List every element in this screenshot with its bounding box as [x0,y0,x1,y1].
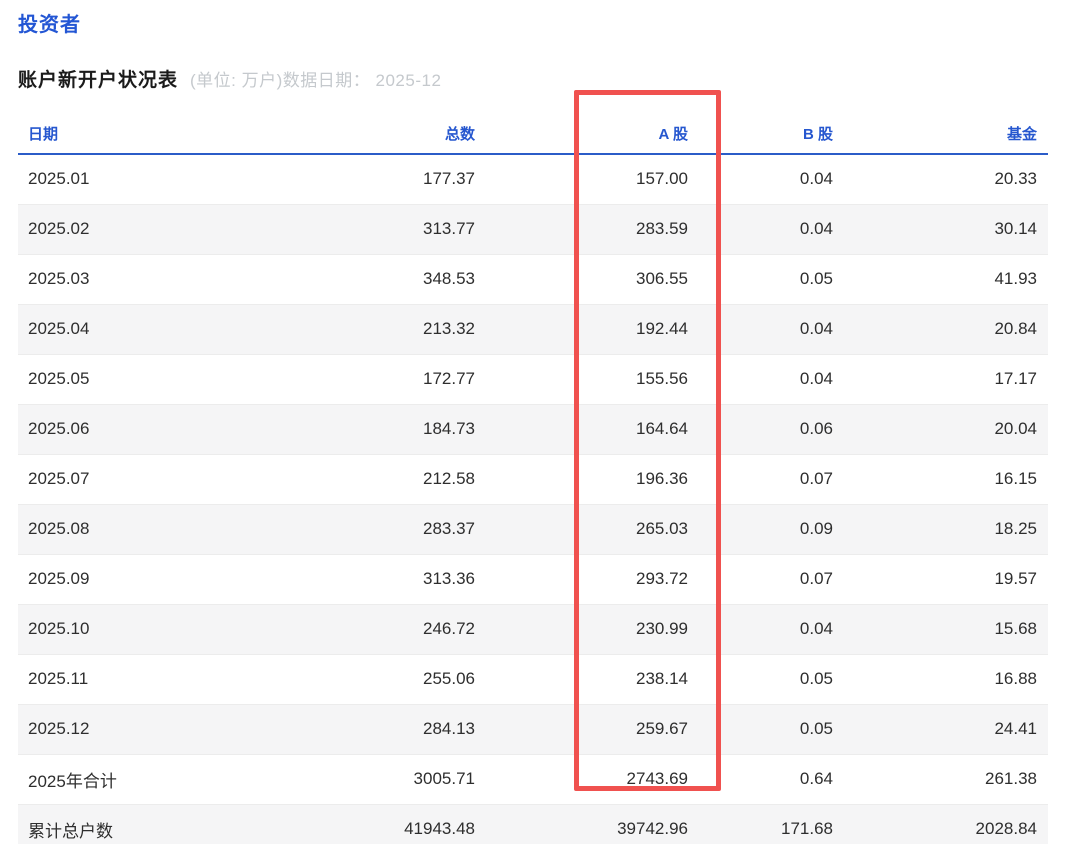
value-cell: 20.04 [844,404,1048,454]
value-cell: 20.84 [844,304,1048,354]
date-cell: 2025年合计 [18,754,286,804]
table-title: 账户新开户状况表 [18,65,178,92]
value-cell: 0.04 [699,204,844,254]
value-cell: 39742.96 [486,804,699,844]
value-cell: 0.06 [699,404,844,454]
date-cell: 2025.05 [18,354,286,404]
investor-page: 投资者 账户新开户状况表 (单位: 万户)数据日期： 2025-12 日期总数A… [0,8,1080,844]
table-subtitle: (单位: 万户)数据日期： 2025-12 [190,66,441,91]
table-row: 2025.08283.37265.030.0918.25 [18,504,1048,554]
value-cell: 213.32 [286,304,486,354]
value-cell: 255.06 [286,654,486,704]
value-cell: 184.73 [286,404,486,454]
value-cell: 0.04 [699,354,844,404]
date-cell: 2025.09 [18,554,286,604]
value-cell: 238.14 [486,654,699,704]
value-cell: 16.15 [844,454,1048,504]
date-cell: 2025.02 [18,204,286,254]
value-cell: 41943.48 [286,804,486,844]
value-cell: 196.36 [486,454,699,504]
value-cell: 0.05 [699,254,844,304]
value-cell: 212.58 [286,454,486,504]
date-cell: 2025.07 [18,454,286,504]
value-cell: 192.44 [486,304,699,354]
column-header: A 股 [486,114,699,154]
table-row: 2025.06184.73164.640.0620.04 [18,404,1048,454]
value-cell: 164.64 [486,404,699,454]
value-cell: 18.25 [844,504,1048,554]
value-cell: 0.04 [699,604,844,654]
value-cell: 41.93 [844,254,1048,304]
value-cell: 177.37 [286,154,486,204]
value-cell: 2028.84 [844,804,1048,844]
column-header: 基金 [844,114,1048,154]
table-body: 2025.01177.37157.000.0420.332025.02313.7… [18,154,1048,844]
value-cell: 313.77 [286,204,486,254]
table-row: 2025.02313.77283.590.0430.14 [18,204,1048,254]
table-row: 2025.11255.06238.140.0516.88 [18,654,1048,704]
column-header: 总数 [286,114,486,154]
date-cell: 2025.04 [18,304,286,354]
value-cell: 283.37 [286,504,486,554]
value-cell: 293.72 [486,554,699,604]
table-row: 2025.07212.58196.360.0716.15 [18,454,1048,504]
value-cell: 15.68 [844,604,1048,654]
table-row: 2025.01177.37157.000.0420.33 [18,154,1048,204]
date-cell: 2025.03 [18,254,286,304]
value-cell: 0.04 [699,304,844,354]
value-cell: 0.64 [699,754,844,804]
value-cell: 16.88 [844,654,1048,704]
date-cell: 2025.06 [18,404,286,454]
value-cell: 0.07 [699,454,844,504]
date-cell: 2025.11 [18,654,286,704]
value-cell: 348.53 [286,254,486,304]
section-title: 投资者 [18,8,1080,37]
value-cell: 265.03 [486,504,699,554]
value-cell: 3005.71 [286,754,486,804]
value-cell: 0.07 [699,554,844,604]
value-cell: 0.05 [699,654,844,704]
table-header: 日期总数A 股B 股基金 [18,114,1048,154]
value-cell: 155.56 [486,354,699,404]
table-row: 2025.12284.13259.670.0524.41 [18,704,1048,754]
value-cell: 157.00 [486,154,699,204]
value-cell: 246.72 [286,604,486,654]
value-cell: 2743.69 [486,754,699,804]
account-openings-table: 日期总数A 股B 股基金 2025.01177.37157.000.0420.3… [18,114,1048,844]
value-cell: 259.67 [486,704,699,754]
column-header: B 股 [699,114,844,154]
value-cell: 0.09 [699,504,844,554]
table-row: 2025.03348.53306.550.0541.93 [18,254,1048,304]
table-row: 2025.09313.36293.720.0719.57 [18,554,1048,604]
date-cell: 2025.08 [18,504,286,554]
table-title-row: 账户新开户状况表 (单位: 万户)数据日期： 2025-12 [18,65,1080,92]
value-cell: 20.33 [844,154,1048,204]
value-cell: 306.55 [486,254,699,304]
date-cell: 2025.10 [18,604,286,654]
date-cell: 2025.12 [18,704,286,754]
value-cell: 17.17 [844,354,1048,404]
date-cell: 累计总户数 [18,804,286,844]
value-cell: 19.57 [844,554,1048,604]
table-header-row: 日期总数A 股B 股基金 [18,114,1048,154]
table-row: 2025.04213.32192.440.0420.84 [18,304,1048,354]
table-row: 2025.10246.72230.990.0415.68 [18,604,1048,654]
value-cell: 0.04 [699,154,844,204]
date-cell: 2025.01 [18,154,286,204]
value-cell: 172.77 [286,354,486,404]
value-cell: 24.41 [844,704,1048,754]
value-cell: 171.68 [699,804,844,844]
value-cell: 30.14 [844,204,1048,254]
value-cell: 0.05 [699,704,844,754]
table-row: 2025.05172.77155.560.0417.17 [18,354,1048,404]
value-cell: 230.99 [486,604,699,654]
column-header: 日期 [18,114,286,154]
value-cell: 261.38 [844,754,1048,804]
table-row: 累计总户数41943.4839742.96171.682028.84 [18,804,1048,844]
value-cell: 283.59 [486,204,699,254]
value-cell: 313.36 [286,554,486,604]
value-cell: 284.13 [286,704,486,754]
table-row: 2025年合计3005.712743.690.64261.38 [18,754,1048,804]
